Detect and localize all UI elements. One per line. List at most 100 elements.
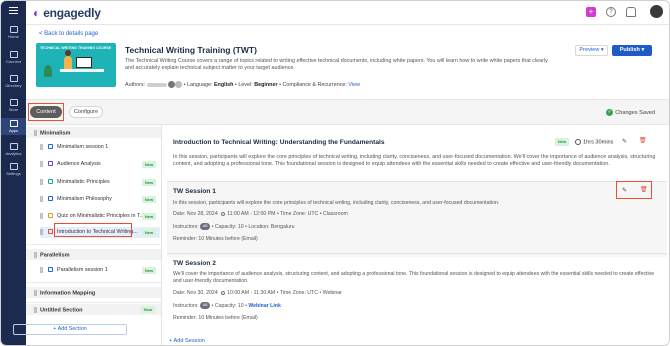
store-icon	[9, 99, 18, 106]
engagedly-logo[interactable]: ◐ engagedly	[33, 6, 101, 20]
lesson-item[interactable]: Minimalism Philosophy New	[40, 194, 160, 205]
session-reminder: Reminder: 10 Minutes before (Email)	[173, 315, 258, 321]
author-avatar[interactable]	[168, 81, 176, 88]
session-card[interactable]: TW Session 1 ✎ 🗑 In this session, partic…	[167, 181, 667, 257]
top-bar: ◐ engagedly + ?	[26, 1, 669, 25]
module-title: Parallelism	[34, 252, 70, 258]
add-session-button[interactable]: + Add Session	[169, 338, 205, 344]
session-title: TW Session 2	[173, 260, 216, 267]
publish-button[interactable]: Publish ▾	[612, 45, 652, 56]
user-avatar[interactable]	[650, 5, 663, 18]
document-icon	[48, 196, 53, 202]
session-description: We'll cover the importance of audience a…	[173, 271, 655, 284]
drag-handle-icon[interactable]	[34, 252, 37, 258]
chevron-down-icon: ▾	[641, 47, 645, 53]
image-icon	[48, 179, 53, 185]
drag-handle-icon[interactable]	[34, 307, 37, 313]
rail-item-settings[interactable]: Settings	[1, 163, 26, 177]
course-meta: Authors: • Language: English • Level: Be…	[125, 81, 360, 88]
compliance-view-link[interactable]: View	[348, 82, 360, 88]
drag-handle-icon[interactable]	[40, 143, 43, 150]
new-badge: New	[142, 161, 156, 168]
lesson-title: Introduction to Technical Writing: Under…	[173, 139, 385, 146]
rail-item-connect[interactable]: Connect	[1, 51, 26, 65]
quiz-icon	[48, 213, 53, 219]
module-title: Minimalism	[34, 130, 70, 136]
drag-handle-icon[interactable]	[40, 212, 43, 219]
instructor-avatar[interactable]: AB	[200, 302, 211, 309]
session-icon	[48, 144, 53, 150]
drag-handle-icon[interactable]	[34, 290, 37, 296]
settings-gear-icon	[9, 163, 18, 170]
add-section-button[interactable]: + Add Section	[13, 324, 127, 335]
module-title: Untitled Section	[34, 307, 83, 313]
drag-handle-icon[interactable]	[40, 228, 43, 235]
highlight-box	[28, 103, 64, 121]
app-window: Home Connect Directory Store Apps Analyt…	[0, 0, 670, 346]
session-schedule: Date: Nov 30, 2024 10:00 AM - 11:30 AM •…	[173, 290, 342, 296]
lesson-item[interactable]: Minimalistic Principles New	[40, 177, 160, 188]
drag-handle-icon[interactable]	[40, 266, 43, 273]
rail-item-apps[interactable]: Apps	[1, 118, 26, 135]
session-reminder: Reminder: 10 Minutes before (Email)	[173, 236, 258, 242]
apps-icon	[9, 120, 18, 127]
tab-configure[interactable]: Configure	[69, 106, 103, 118]
module-title: Information Mapping	[34, 290, 95, 296]
left-nav-rail: Home Connect Directory Store Apps Analyt…	[1, 1, 26, 345]
rail-item-analytics[interactable]: Analytics	[1, 143, 26, 157]
back-to-details-link[interactable]: < Back to details page	[39, 31, 98, 37]
content-tabs-bar: Content Configure ✓ Changes Saved	[26, 99, 669, 125]
check-circle-icon: ✓	[606, 109, 614, 116]
instructor-avatar[interactable]: AB	[200, 223, 211, 230]
rail-item-directory[interactable]: Directory	[1, 75, 26, 89]
connect-icon	[9, 51, 18, 58]
session-schedule: Date: Nov 28, 2024 11:00 AM - 12:00 PM •…	[173, 211, 348, 217]
lesson-item[interactable]: Audience Analysis New	[40, 159, 160, 170]
delete-trash-icon[interactable]: 🗑	[639, 138, 647, 145]
lesson-duration: 1hrs 30mins	[575, 139, 613, 145]
highlight-box	[616, 181, 652, 199]
drag-handle-icon[interactable]	[34, 130, 37, 136]
new-badge: New	[555, 138, 569, 146]
course-title: Technical Writing Training (TWT)	[125, 45, 257, 55]
drag-handle-icon[interactable]	[40, 178, 43, 185]
lesson-description: In this session, participants will explo…	[173, 154, 656, 168]
lesson-item[interactable]: Parallelism session 1 New	[40, 265, 160, 276]
clock-icon	[221, 290, 226, 295]
help-icon[interactable]: ?	[606, 7, 616, 17]
lesson-item[interactable]: Minimalism session 1	[40, 142, 160, 153]
lesson-item[interactable]: Quiz on Minimalistic Principles in T... N…	[40, 211, 160, 222]
session-details: Instructors: AB • Capacity: 10 • Locatio…	[173, 223, 295, 230]
monitor-illustration	[76, 57, 92, 68]
lesson-detail-pane: Introduction to Technical Writing: Under…	[163, 125, 669, 345]
author-avatar[interactable]	[175, 81, 183, 88]
session-title: TW Session 1	[173, 188, 216, 195]
person-illustration	[64, 50, 72, 69]
webinar-link[interactable]: Webinar Link	[248, 303, 280, 309]
drag-handle-icon[interactable]	[40, 195, 43, 202]
drag-handle-icon[interactable]	[40, 160, 43, 167]
hamburger-menu-icon[interactable]	[9, 7, 18, 14]
session-details: Instructors: AB • Capacity: 10 • Webinar…	[173, 302, 281, 309]
save-status: ✓ Changes Saved	[606, 109, 655, 116]
session-icon	[48, 267, 53, 273]
plant-illustration	[44, 65, 52, 77]
new-badge: New	[141, 306, 155, 313]
notification-bell-icon[interactable]	[626, 7, 636, 17]
clock-icon	[575, 139, 581, 145]
session-card[interactable]: TW Session 2 We'll cover the importance …	[167, 253, 667, 331]
edit-pencil-icon[interactable]: ✎	[622, 139, 628, 145]
course-description: The Technical Writing Course covers a ra…	[125, 58, 548, 71]
rail-item-store[interactable]: Store	[1, 99, 26, 113]
chevron-down-icon: ▾	[600, 47, 604, 53]
highlight-box	[54, 223, 132, 237]
preview-button[interactable]: Preview ▾	[575, 45, 608, 56]
author-name-redacted	[146, 82, 167, 87]
new-badge: New	[142, 229, 156, 236]
rail-item-home[interactable]: Home	[1, 26, 26, 40]
new-badge: New	[142, 179, 156, 186]
desk-illustration	[60, 69, 104, 72]
home-icon	[9, 26, 18, 33]
add-icon[interactable]: +	[586, 7, 596, 17]
course-thumbnail: TECHNICAL WRITING TRAINING COURSE	[36, 43, 116, 87]
